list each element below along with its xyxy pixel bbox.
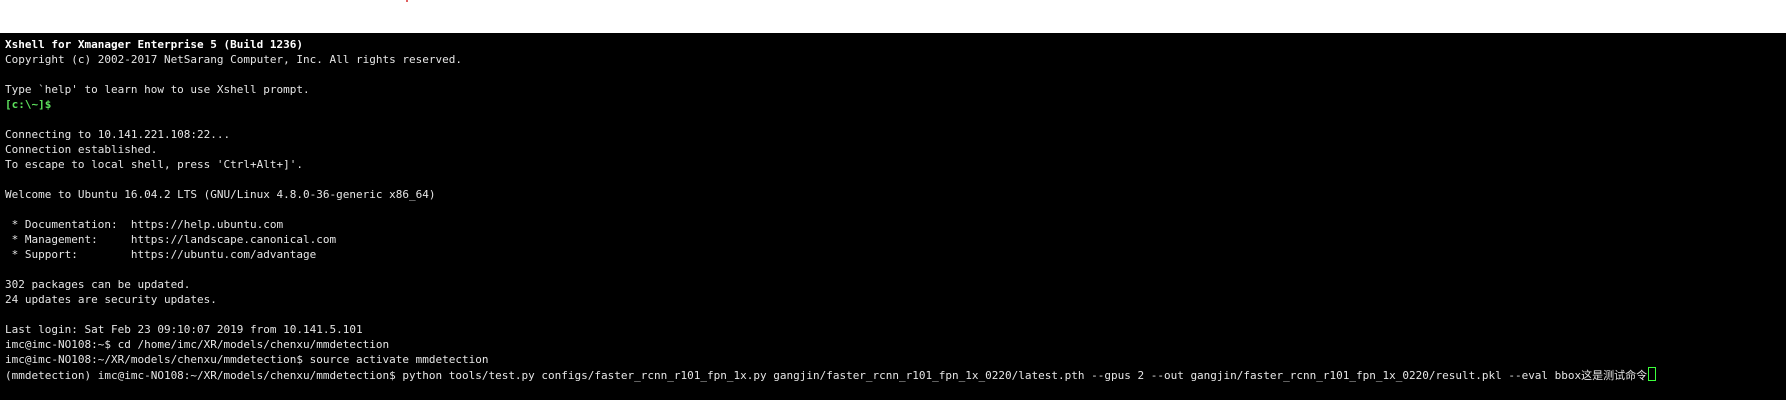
- top-strip: [0, 0, 1786, 33]
- terminal-welcome: Welcome to Ubuntu 16.04.2 LTS (GNU/Linux…: [5, 188, 436, 201]
- red-dot-marker: [406, 0, 408, 2]
- terminal-window[interactable]: Xshell for Xmanager Enterprise 5 (Build …: [0, 33, 1786, 400]
- terminal-copyright: Copyright (c) 2002-2017 NetSarang Comput…: [5, 53, 462, 66]
- terminal-current-command-line[interactable]: (mmdetection) imc@imc-NO108:~/XR/models/…: [5, 367, 1786, 382]
- text-cursor: [1648, 367, 1657, 381]
- terminal-packages: 302 packages can be updated.: [5, 278, 191, 291]
- terminal-established: Connection established.: [5, 143, 158, 156]
- terminal-last-login: Last login: Sat Feb 23 09:10:07 2019 fro…: [5, 323, 363, 336]
- terminal-cmd-python: (mmdetection) imc@imc-NO108:~/XR/models/…: [5, 369, 1648, 382]
- terminal-help-hint: Type `help' to learn how to use Xshell p…: [5, 83, 310, 96]
- terminal-connecting: Connecting to 10.141.221.108:22...: [5, 128, 231, 141]
- terminal-doc-line: * Documentation: https://help.ubuntu.com: [5, 218, 284, 231]
- terminal-cmd-cd: imc@imc-NO108:~$ cd /home/imc/XR/models/…: [5, 338, 390, 351]
- terminal-support-line: * Support: https://ubuntu.com/advantage: [5, 248, 317, 261]
- terminal-security: 24 updates are security updates.: [5, 293, 217, 306]
- terminal-management-line: * Management: https://landscape.canonica…: [5, 233, 337, 246]
- terminal-cmd-source: imc@imc-NO108:~/XR/models/chenxu/mmdetec…: [5, 353, 489, 366]
- terminal-header-title: Xshell for Xmanager Enterprise 5 (Build …: [5, 38, 304, 51]
- local-prompt: [c:\~]$: [5, 98, 52, 111]
- terminal-escape-hint: To escape to local shell, press 'Ctrl+Al…: [5, 158, 304, 171]
